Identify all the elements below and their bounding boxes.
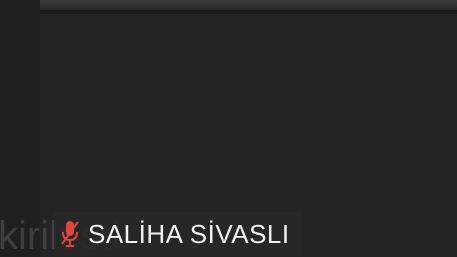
side-panel-strip <box>0 0 40 257</box>
tile-top-edge <box>40 0 457 10</box>
microphone-muted-icon <box>61 221 79 247</box>
participant-name: SALİHA SİVASLI <box>88 218 290 249</box>
participant-nameplate: SALİHA SİVASLI <box>54 212 302 256</box>
video-stage: kirilesti SALİHA SİVASLI <box>0 0 457 257</box>
